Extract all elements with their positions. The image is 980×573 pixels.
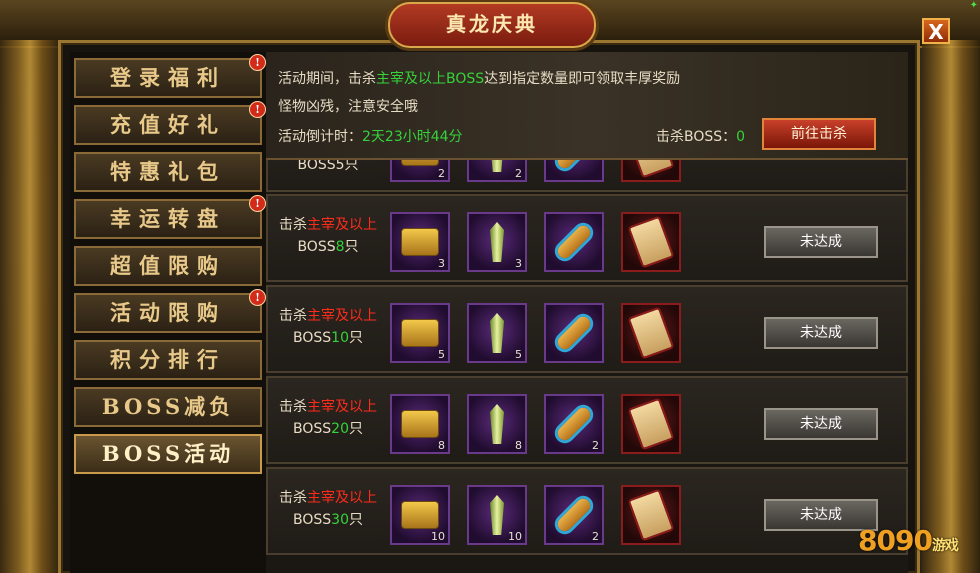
right-golden-statue	[922, 40, 980, 573]
reward-row: 击杀主宰及以上 BOSS10只 5 5 未达成	[266, 285, 908, 373]
sidebar-item-label: BOSS活动	[101, 441, 235, 466]
sidebar-item-label: 充值好礼	[110, 112, 226, 137]
game-scene: ✦ 真龙庆典 X 登录福利 ! 充值好礼 ! 特惠礼包 幸运转盘 ! 超值限购 …	[0, 0, 980, 573]
boss-kill-count: 击杀BOSS：0	[656, 129, 746, 145]
gold-chest-icon[interactable]: 5	[390, 303, 450, 363]
green-crystal-icon[interactable]: 10	[467, 485, 527, 545]
sidebar-item-boss-reduce[interactable]: BOSS减负	[74, 387, 262, 427]
sidebar-item-label: 登录福利	[110, 65, 226, 90]
left-golden-statue	[0, 40, 60, 573]
claim-status-button[interactable]: 未达成	[764, 226, 878, 258]
sidebar-item-recharge-gift[interactable]: 充值好礼 !	[74, 101, 266, 145]
reward-row: 击杀主宰及以上 BOSS8只 3 3 未达成	[266, 194, 908, 282]
sidebar-item-label: 特惠礼包	[110, 159, 226, 184]
countdown: 活动倒计时：2天23小时44分	[278, 129, 463, 145]
alert-badge-icon: !	[249, 289, 266, 306]
sidebar-item-event-limited[interactable]: 活动限购 !	[74, 289, 266, 333]
gold-chest-icon[interactable]: 10	[390, 485, 450, 545]
sidebar: 登录福利 ! 充值好礼 ! 特惠礼包 幸运转盘 ! 超值限购 活动限购 ! 积分…	[70, 52, 266, 573]
reward-row: 击杀主宰及以上 BOSS30只 10 10 2 未达成	[266, 467, 908, 555]
go-kill-button[interactable]: 前往击杀	[762, 118, 876, 150]
green-crystal-icon[interactable]: 8	[467, 394, 527, 454]
alert-badge-icon: !	[249, 195, 266, 212]
sidebar-item-boss-event[interactable]: BOSS活动	[74, 434, 262, 474]
alert-badge-icon: !	[249, 101, 266, 118]
claim-status-button[interactable]: 未达成	[764, 408, 878, 440]
corner-indicator-icon: ✦	[969, 0, 978, 11]
sidebar-item-label: 超值限购	[110, 253, 226, 278]
seal-token-icon[interactable]	[621, 212, 681, 272]
scroll-icon[interactable]	[544, 212, 604, 272]
green-crystal-icon[interactable]: 3	[467, 212, 527, 272]
sidebar-item-points-ranking[interactable]: 积分排行	[74, 340, 262, 380]
row-requirement-text: 击杀主宰及以上 BOSS20只	[279, 399, 377, 437]
content-panel: BOSS5只 2 2 活动期间，击杀主宰及以上BOSS达到指定数量即可领取丰厚奖…	[266, 52, 908, 573]
sidebar-item-discount-pack[interactable]: 特惠礼包	[74, 152, 262, 192]
sidebar-item-label: BOSS减负	[101, 394, 235, 419]
sidebar-item-label: 积分排行	[110, 347, 226, 372]
brand-watermark: 8090游戏	[858, 524, 959, 557]
scroll-icon[interactable]	[544, 303, 604, 363]
row-requirement-text: 击杀主宰及以上 BOSS8只	[279, 217, 377, 255]
sidebar-item-lucky-wheel[interactable]: 幸运转盘 !	[74, 195, 266, 239]
row-requirement-text: 击杀主宰及以上 BOSS10只	[279, 308, 377, 346]
row-requirement-text: 击杀主宰及以上 BOSS30只	[279, 490, 377, 528]
event-header: 活动期间，击杀主宰及以上BOSS达到指定数量即可领取丰厚奖励 怪物凶残，注意安全…	[266, 52, 908, 160]
sidebar-item-login-welfare[interactable]: 登录福利 !	[74, 54, 266, 98]
green-crystal-icon[interactable]: 5	[467, 303, 527, 363]
seal-token-icon[interactable]	[621, 303, 681, 363]
sidebar-item-value-limited[interactable]: 超值限购	[74, 246, 262, 286]
alert-badge-icon: !	[249, 54, 266, 71]
seal-token-icon[interactable]	[621, 485, 681, 545]
safety-note: 怪物凶残，注意安全哦	[278, 99, 418, 115]
gold-chest-icon[interactable]: 3	[390, 212, 450, 272]
sidebar-item-label: 活动限购	[110, 300, 226, 325]
window-title: 真龙庆典	[388, 2, 596, 48]
gold-chest-icon[interactable]: 8	[390, 394, 450, 454]
event-description: 活动期间，击杀主宰及以上BOSS达到指定数量即可领取丰厚奖励	[278, 71, 681, 87]
scroll-icon[interactable]: 2	[544, 394, 604, 454]
scroll-icon[interactable]: 2	[544, 485, 604, 545]
sidebar-item-label: 幸运转盘	[110, 206, 226, 231]
close-button[interactable]: X	[922, 18, 950, 44]
reward-row: 击杀主宰及以上 BOSS20只 8 8 2 未达成	[266, 376, 908, 464]
seal-token-icon[interactable]	[621, 394, 681, 454]
claim-status-button[interactable]: 未达成	[764, 317, 878, 349]
